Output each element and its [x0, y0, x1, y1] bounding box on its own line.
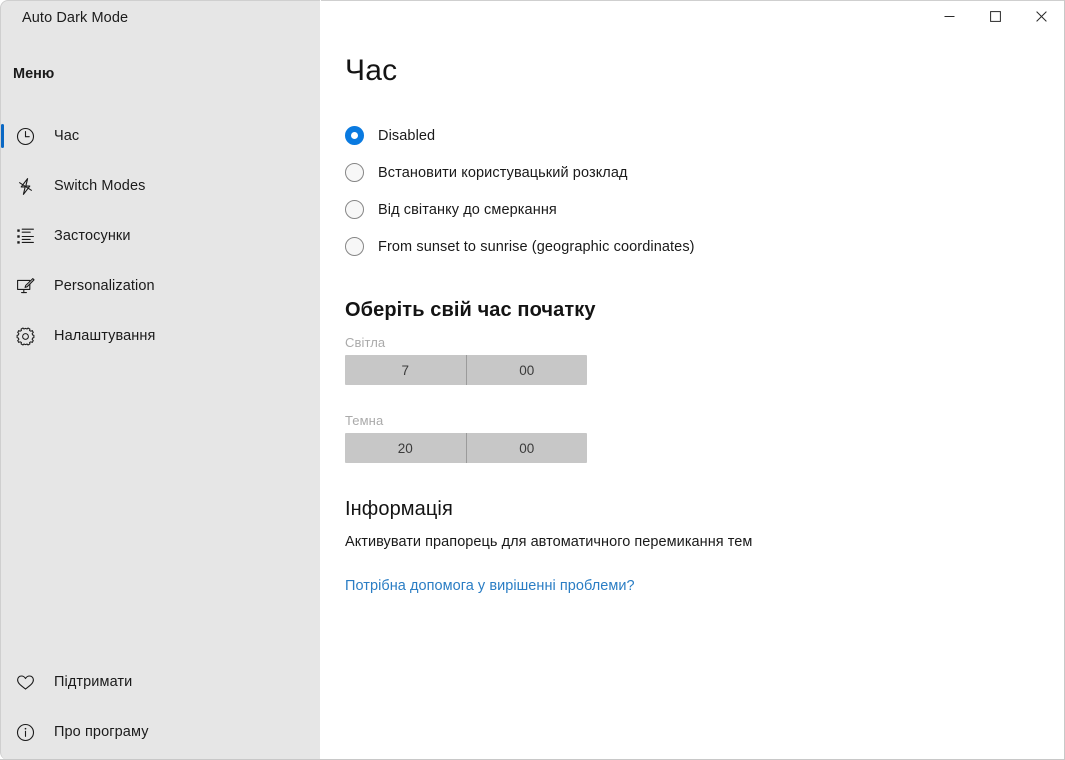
radio-mark	[345, 163, 364, 182]
info-section-title: Інформація	[345, 498, 453, 520]
dark-minutes-field[interactable]: 00	[467, 433, 588, 463]
sidebar-item-personalization[interactable]: Personalization	[1, 261, 321, 311]
radio-mark	[345, 237, 364, 256]
sidebar: Auto Dark Mode Меню Час Switch Modes Зас…	[0, 0, 321, 759]
menu-header: Меню	[13, 66, 55, 82]
light-time-block: Світла 7 00	[345, 335, 587, 385]
minimize-icon	[944, 11, 955, 22]
sidebar-item-apps[interactable]: Застосунки	[1, 211, 321, 261]
sidebar-item-settings[interactable]: Налаштування	[1, 311, 321, 361]
sidebar-item-about[interactable]: Про програму	[1, 707, 321, 757]
radio-label: Від світанку до смеркання	[378, 201, 557, 218]
main-content: Час Disabled Встановити користувацький р…	[321, 0, 1064, 759]
monitor-pencil-icon	[13, 274, 37, 298]
dark-time-caption: Темна	[345, 413, 384, 428]
light-time-caption: Світла	[345, 335, 386, 350]
page-title: Час	[345, 54, 398, 87]
troubleshooting-link[interactable]: Потрібна допомога у вирішенні проблеми?	[345, 578, 635, 594]
app-title: Auto Dark Mode	[22, 10, 129, 26]
sidebar-item-label: Налаштування	[54, 328, 156, 344]
heart-icon	[13, 670, 37, 694]
sidebar-item-time[interactable]: Час	[1, 111, 321, 161]
dark-hours-field[interactable]: 20	[345, 433, 467, 463]
light-hours-field[interactable]: 7	[345, 355, 467, 385]
sidebar-item-label: Підтримати	[54, 674, 133, 690]
radio-option-sunset-to-sunrise[interactable]: From sunset to sunrise (geographic coord…	[345, 228, 945, 265]
selection-indicator	[1, 124, 4, 148]
radio-mark	[345, 200, 364, 219]
radio-option-disabled[interactable]: Disabled	[345, 117, 945, 154]
radio-option-dawn-to-dusk[interactable]: Від світанку до смеркання	[345, 191, 945, 228]
radio-label: From sunset to sunrise (geographic coord…	[378, 238, 695, 255]
sidebar-item-donate[interactable]: Підтримати	[1, 657, 321, 707]
sidebar-item-switch-modes[interactable]: Switch Modes	[1, 161, 321, 211]
dark-time-block: Темна 20 00	[345, 413, 587, 463]
lightning-icon	[13, 174, 37, 198]
dark-time-picker[interactable]: 20 00	[345, 433, 587, 463]
close-button[interactable]	[1018, 0, 1064, 33]
radio-mark	[345, 126, 364, 145]
maximize-button[interactable]	[972, 0, 1018, 33]
clock-icon	[13, 124, 37, 148]
times-section-title: Оберіть свій час початку	[345, 299, 596, 321]
radio-option-custom-schedule[interactable]: Встановити користувацький розклад	[345, 154, 945, 191]
maximize-icon	[989, 11, 1001, 22]
window-controls	[926, 0, 1064, 33]
light-minutes-field[interactable]: 00	[467, 355, 588, 385]
apps-list-icon	[13, 224, 37, 248]
sidebar-item-label: Personalization	[54, 278, 155, 294]
sidebar-item-label: Час	[54, 128, 80, 144]
light-time-picker[interactable]: 7 00	[345, 355, 587, 385]
info-section-text: Активувати прапорець для автоматичного п…	[345, 534, 753, 550]
gear-icon	[13, 324, 37, 348]
time-mode-radio-group: Disabled Встановити користувацький розкл…	[345, 117, 945, 265]
close-icon	[1035, 11, 1047, 22]
radio-label: Встановити користувацький розклад	[378, 164, 628, 181]
info-circle-icon	[13, 720, 37, 744]
app-window: Auto Dark Mode Меню Час Switch Modes Зас…	[0, 0, 1065, 760]
sidebar-item-label: Застосунки	[54, 228, 131, 244]
sidebar-nav-bottom: Підтримати Про програму	[1, 657, 321, 757]
sidebar-nav: Час Switch Modes Застосунки Personalizat…	[1, 111, 321, 361]
radio-label: Disabled	[378, 127, 436, 144]
sidebar-item-label: Switch Modes	[54, 178, 146, 194]
sidebar-item-label: Про програму	[54, 724, 149, 740]
minimize-button[interactable]	[926, 0, 972, 33]
